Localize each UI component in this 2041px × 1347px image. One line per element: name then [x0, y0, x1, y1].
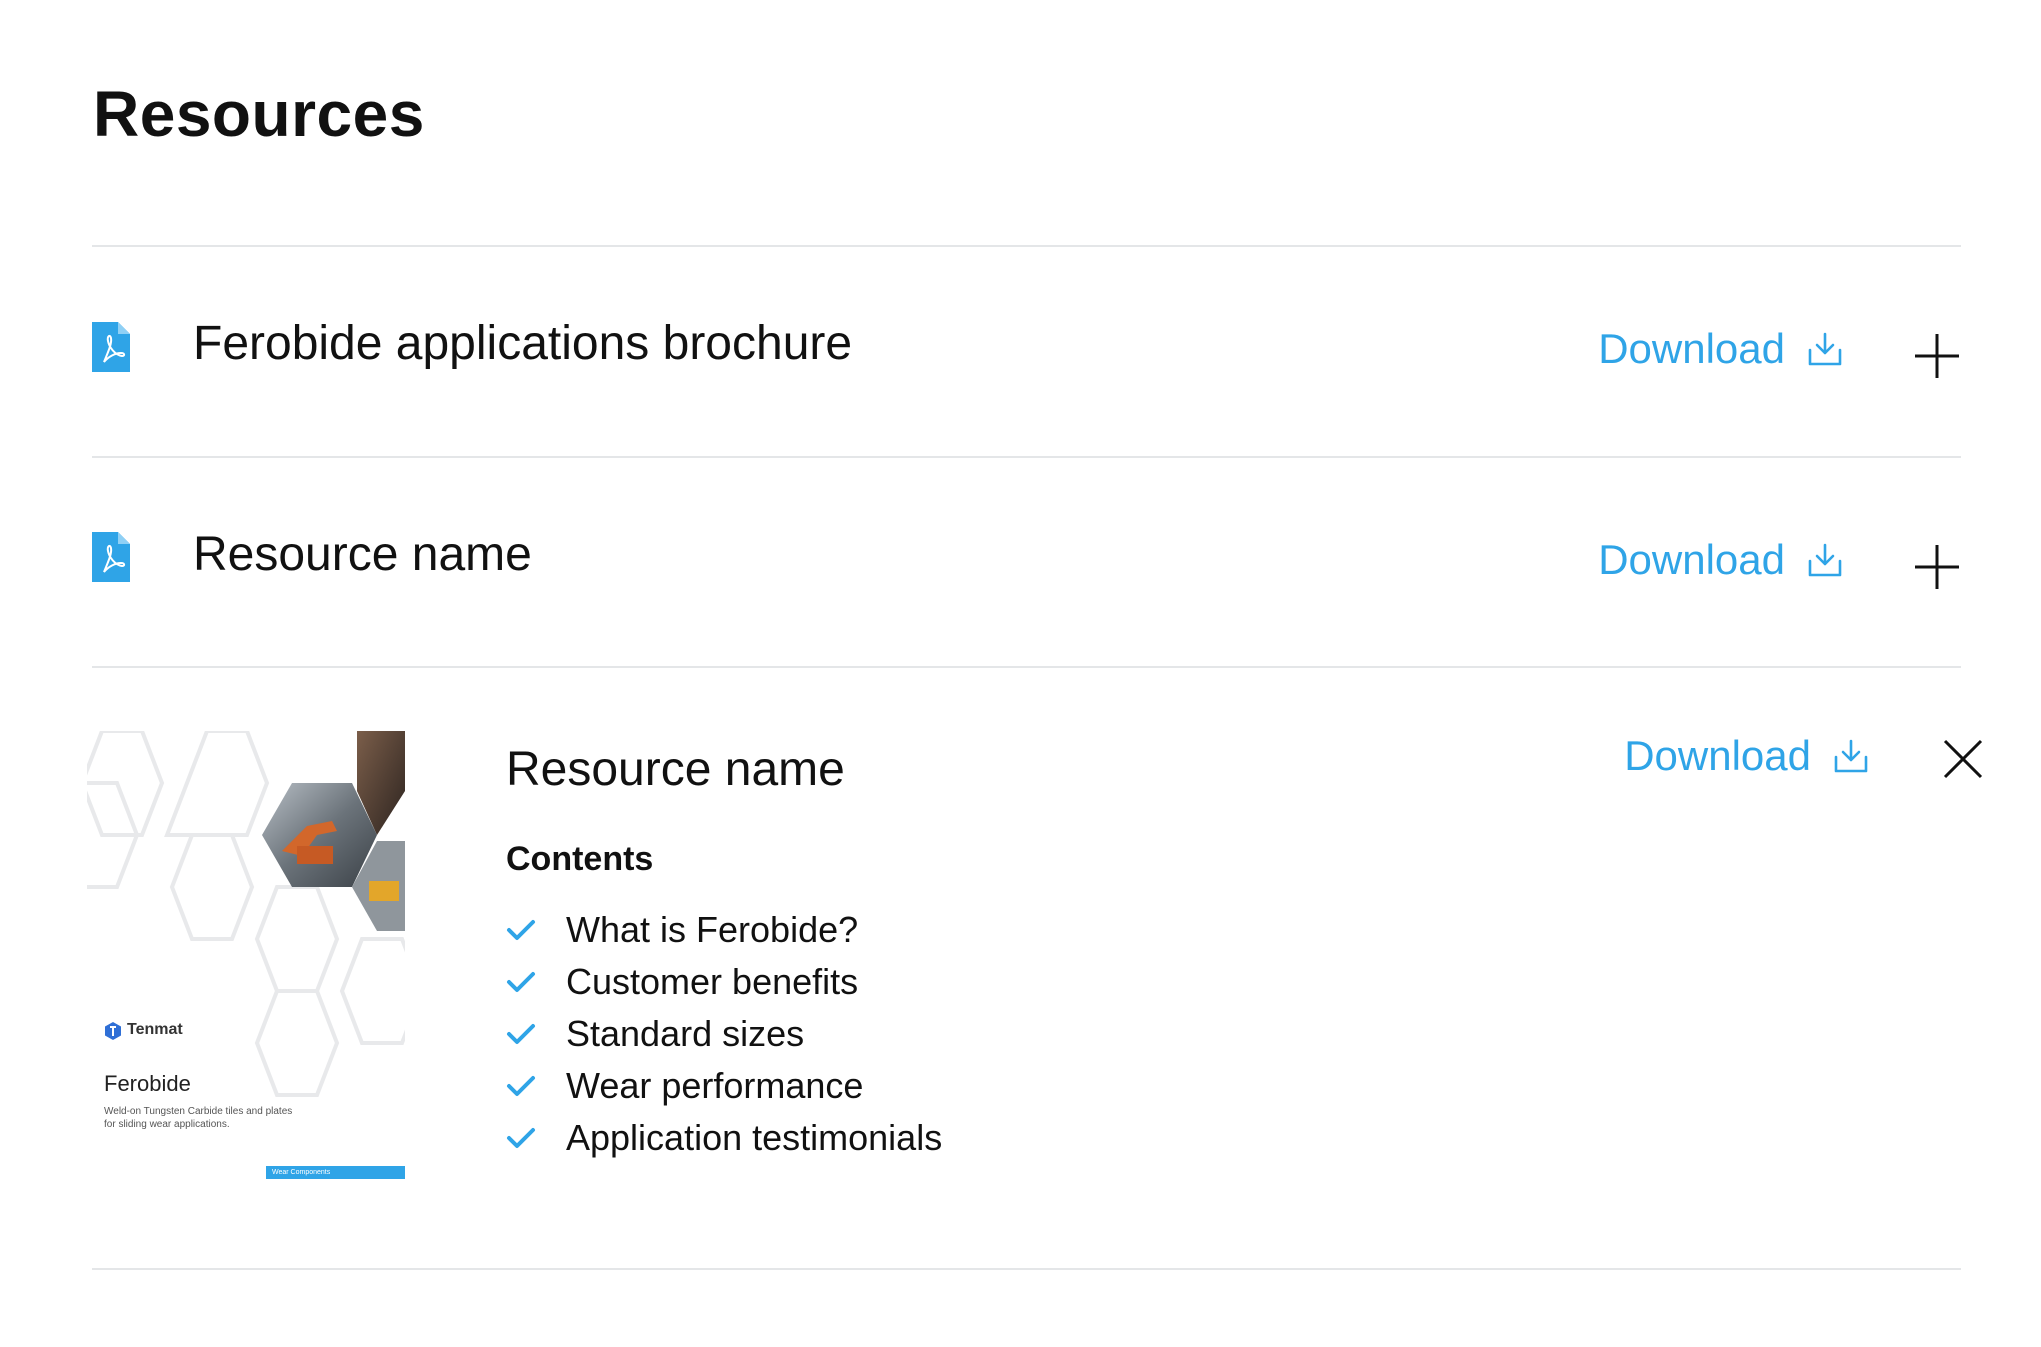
divider: [92, 1268, 1961, 1270]
divider: [92, 666, 1961, 668]
tenmat-logo-icon: [105, 1022, 121, 1040]
list-item: Wear performance: [506, 1060, 942, 1112]
resource-name: Ferobide applications brochure: [193, 317, 853, 370]
download-button[interactable]: Download: [1598, 536, 1843, 584]
pdf-file-icon: [92, 322, 130, 372]
page-title: Resources: [93, 78, 425, 150]
thumbnail-brand: Tenmat: [127, 1021, 183, 1038]
thumbnail-footer-tag: Wear Components: [266, 1166, 405, 1179]
check-icon: [507, 972, 535, 992]
list-item: Application testimonials: [506, 1112, 942, 1164]
expand-plus-icon[interactable]: [1913, 332, 1961, 380]
download-button[interactable]: Download: [1624, 732, 1869, 780]
contents-item-label: What is Ferobide?: [566, 909, 859, 950]
check-icon: [507, 920, 535, 940]
download-icon: [1834, 739, 1868, 773]
resource-row: Ferobide applications brochure Download: [92, 246, 1961, 457]
pdf-file-icon: [92, 532, 130, 582]
download-label: Download: [1598, 325, 1785, 372]
contents-heading: Contents: [506, 840, 654, 878]
thumbnail-title: Ferobide: [104, 1071, 191, 1096]
resource-name: Resource name: [193, 528, 532, 581]
download-label: Download: [1624, 732, 1811, 779]
download-icon: [1808, 332, 1842, 366]
list-item: Standard sizes: [506, 1008, 942, 1060]
download-button[interactable]: Download: [1598, 325, 1843, 373]
contents-item-label: Customer benefits: [566, 961, 859, 1002]
thumbnail-subtitle-line: Weld-on Tungsten Carbide tiles and plate…: [104, 1106, 293, 1117]
contents-item-label: Application testimonials: [566, 1117, 943, 1158]
list-item: Customer benefits: [506, 956, 942, 1008]
contents-item-label: Wear performance: [566, 1065, 864, 1106]
resource-row: Resource name Download: [92, 457, 1961, 666]
brochure-thumbnail: Tenmat Ferobide Weld-on Tungsten Carbide…: [87, 731, 405, 1179]
close-icon[interactable]: [1939, 735, 1987, 783]
list-item: What is Ferobide?: [506, 904, 942, 956]
thumbnail-subtitle-line: for sliding wear applications.: [104, 1119, 230, 1130]
expand-plus-icon[interactable]: [1913, 543, 1961, 591]
download-label: Download: [1598, 536, 1785, 583]
download-icon: [1808, 543, 1842, 577]
thumbnail-subtitle: Weld-on Tungsten Carbide tiles and plate…: [104, 1105, 292, 1131]
resource-name: Resource name: [506, 743, 845, 796]
contents-list: What is Ferobide? Customer benefits Stan…: [506, 904, 942, 1164]
check-icon: [507, 1128, 535, 1148]
check-icon: [507, 1024, 535, 1044]
check-icon: [507, 1076, 535, 1096]
contents-item-label: Standard sizes: [566, 1013, 805, 1054]
